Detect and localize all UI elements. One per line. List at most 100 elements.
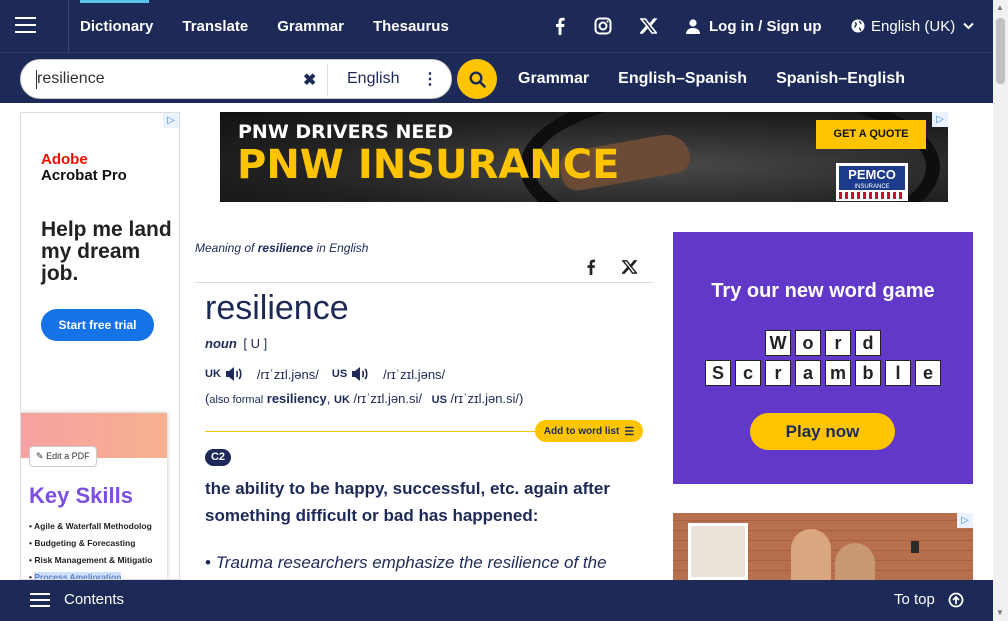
pemco-logo-text: PEMCO	[839, 166, 905, 184]
letter-tile: b	[855, 360, 881, 386]
x-twitter-icon[interactable]	[637, 14, 659, 38]
chevron-down-icon	[963, 22, 974, 30]
search-icon	[468, 70, 486, 88]
ad-edit-pdf-chip: ✎ Edit a PDF	[29, 446, 97, 467]
search-links: Grammar English–Spanish Spanish–English	[518, 59, 934, 99]
ad-brand-name: Adobe	[41, 151, 88, 168]
play-now-button[interactable]: Play now	[750, 413, 895, 450]
alt-us-ipa: /rɪˈzɪl.jən.si/	[450, 391, 520, 406]
definition: the ability to be happy, successful, etc…	[205, 479, 610, 525]
text-cursor	[36, 70, 37, 89]
dictionary-entry: Meaning of resilience in English resilie…	[195, 232, 653, 580]
grammar-code: [ U ]	[243, 336, 268, 351]
nav-translate[interactable]: Translate	[182, 18, 248, 35]
pronunciation-line: UK /rɪˈzɪl.jəns/ US /rɪˈzɪl.jəns/	[205, 366, 445, 382]
adobe-ad[interactable]: ▷ Adobe Acrobat Pro Help me land my drea…	[20, 112, 180, 580]
letter-tile: r	[765, 360, 791, 386]
part-of-speech-line: noun [ U ]	[205, 336, 267, 351]
adchoices-icon[interactable]: ▷	[932, 112, 948, 127]
list-icon: ☰	[624, 425, 635, 438]
add-to-word-list-button[interactable]: Add to word list ☰	[535, 420, 643, 442]
facebook-icon[interactable]	[550, 14, 570, 38]
contents-link[interactable]: Contents	[64, 591, 124, 608]
example-text: Trauma researchers emphasize the resilie…	[215, 553, 607, 572]
letter-tile: e	[915, 360, 941, 386]
divider	[195, 282, 653, 283]
language-label: English (UK)	[871, 17, 956, 35]
skill-item: • Budgeting & Forecasting	[29, 538, 136, 548]
bottom-bar: Contents To top	[0, 580, 993, 621]
letter-tile: m	[825, 360, 851, 386]
bullet: •	[205, 553, 216, 572]
globe-icon	[851, 19, 865, 33]
ad-key-skills: Key Skills	[29, 483, 133, 508]
image-ad[interactable]: ▷	[673, 513, 973, 580]
adchoices-icon[interactable]: ▷	[163, 113, 179, 128]
contents-menu-icon[interactable]	[30, 592, 50, 608]
nav-dictionary[interactable]: Dictionary	[80, 18, 153, 35]
cefr-level-badge[interactable]: C2	[205, 449, 231, 466]
link-grammar[interactable]: Grammar	[518, 70, 589, 88]
ad-edit-pdf-label: Edit a PDF	[46, 451, 90, 461]
menu-icon[interactable]	[0, 0, 69, 52]
meaning-prefix: Meaning of	[195, 241, 255, 255]
search-input[interactable]: resilience	[37, 70, 105, 88]
meaning-caption: Meaning of resilience in English	[195, 241, 368, 255]
uk-ipa: /rɪˈzɪl.jəns/	[256, 366, 319, 382]
skill-item: • Risk Management & Mitigatio	[29, 555, 153, 565]
letter-tile: o	[795, 330, 821, 356]
meaning-suffix: in English	[316, 241, 369, 255]
to-top-link[interactable]: To top	[894, 591, 935, 608]
alt-uk-ipa: /rɪˈzɪl.jən.si/	[353, 391, 423, 406]
arrow-up-circle-icon[interactable]	[948, 592, 964, 608]
add-to-word-list-label: Add to word list	[543, 425, 620, 437]
ad-photo-person	[835, 543, 875, 580]
ad-product-name: Acrobat Pro	[41, 167, 127, 184]
ad-line-2: PNW INSURANCE	[237, 142, 620, 188]
meaning-word: resilience	[257, 241, 314, 255]
login-signup-link[interactable]: Log in / Sign up	[686, 0, 821, 52]
letter-tile: d	[855, 330, 881, 356]
link-spanish-english[interactable]: Spanish–English	[776, 70, 905, 88]
dictionary-language-select[interactable]: English	[347, 70, 399, 88]
clear-icon[interactable]: ✖	[303, 70, 316, 90]
letter-tile: l	[885, 360, 911, 386]
speaker-icon[interactable]	[225, 366, 243, 382]
link-english-spanish[interactable]: English–Spanish	[618, 70, 747, 88]
ad-cta-button[interactable]: Start free trial	[41, 309, 154, 341]
instagram-icon[interactable]	[592, 14, 614, 38]
scrollbar-thumb[interactable]	[996, 18, 1005, 84]
us-label: US	[331, 368, 348, 380]
search-bar: resilience ✖ English ⋮ Grammar English–S…	[0, 52, 993, 103]
edit-pdf-icon: ✎	[36, 451, 44, 461]
scroll-down-arrow-icon[interactable]: ▼	[996, 608, 1004, 617]
scroll-up-arrow-icon[interactable]: ▲	[996, 3, 1004, 12]
search-button[interactable]	[457, 59, 497, 99]
word-scramble-ad[interactable]: Try our new word game Word Scramble Play…	[673, 232, 973, 484]
adchoices-icon[interactable]: ▷	[957, 513, 973, 528]
share-facebook-icon[interactable]	[586, 259, 596, 280]
search-divider	[327, 64, 328, 96]
login-label: Log in / Sign up	[709, 17, 822, 35]
word-tiles-row-2: Scramble	[673, 360, 973, 386]
alt-uk-label: UK	[334, 394, 350, 406]
pemco-logo-subtext: INSURANCE	[839, 184, 905, 190]
ad-skills-list: • Agile & Waterfall Methodolog • Budgeti…	[29, 518, 179, 580]
alternative-word: resiliency	[266, 391, 327, 406]
language-selector[interactable]: English (UK)	[851, 0, 974, 52]
share-x-icon[interactable]	[621, 260, 638, 279]
nav-grammar[interactable]: Grammar	[277, 18, 344, 35]
speaker-icon[interactable]	[351, 366, 369, 382]
uk-label: UK	[205, 368, 221, 380]
ad-get-quote-button[interactable]: GET A QUOTE	[816, 120, 926, 149]
example-sentence: • Trauma researchers emphasize the resil…	[205, 549, 645, 576]
scrollbar[interactable]: ▲ ▼	[993, 0, 1008, 621]
main-nav: Dictionary Translate Grammar Thesaurus	[80, 0, 478, 52]
more-options-icon[interactable]: ⋮	[422, 69, 438, 89]
insurance-ad[interactable]: PNW DRIVERS NEED PNW INSURANCE GET A QUO…	[220, 112, 948, 202]
skill-item: • Process Amelioration	[29, 572, 122, 580]
nav-thesaurus[interactable]: Thesaurus	[373, 18, 449, 35]
ad-photo-window	[688, 523, 748, 580]
user-icon	[686, 18, 700, 34]
ad-resume-card: ✎ Edit a PDF Key Skills • Agile & Waterf…	[21, 413, 167, 579]
